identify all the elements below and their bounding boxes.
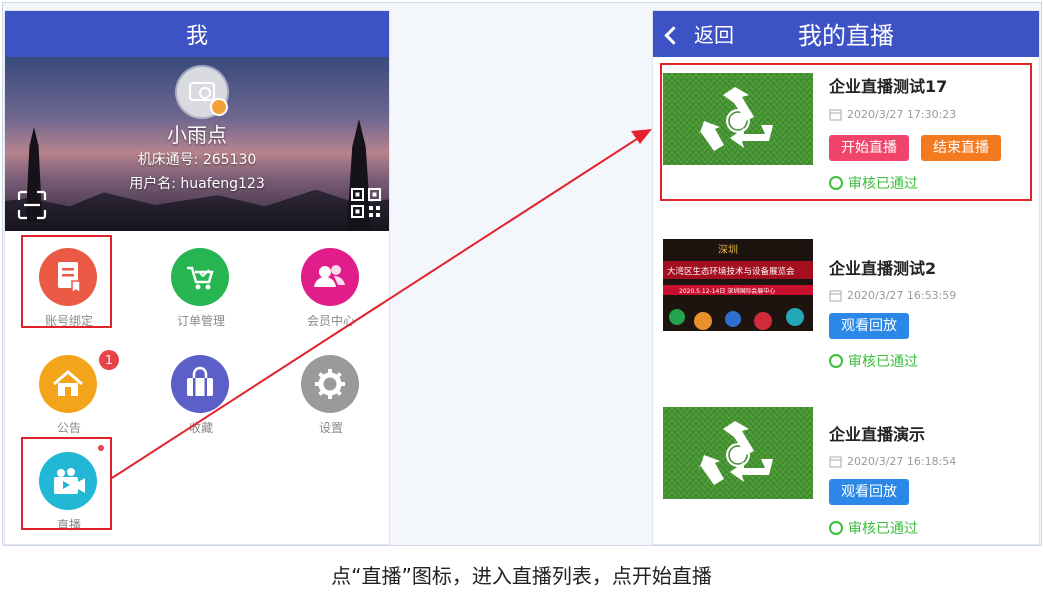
highlight-first-live xyxy=(660,63,1032,201)
expo-date: 2020.5.12-14日 深圳国际会展中心 xyxy=(679,287,775,295)
recycle-thumb xyxy=(663,407,813,499)
expo-brand: 深圳 xyxy=(718,244,738,256)
calendar-icon xyxy=(829,456,842,468)
page-title: 我的直播 xyxy=(798,22,894,50)
back-label: 返回 xyxy=(694,23,734,47)
live-time: 2020/3/27 16:18:54 xyxy=(847,455,957,468)
caption-text: 点“直播”图标，进入直播列表，点开始直播 xyxy=(331,564,712,588)
back-button[interactable]: 返回 xyxy=(664,19,734,48)
chevron-left-icon xyxy=(664,26,683,45)
replay-button[interactable]: 观看回放 xyxy=(829,479,909,505)
status-text: 审核已通过 xyxy=(848,521,918,537)
live-header: 返回 我的直播 xyxy=(653,11,1039,57)
live-time: 2020/3/27 16:53:59 xyxy=(847,289,957,302)
replay-button[interactable]: 观看回放 xyxy=(829,313,909,339)
my-live-screen: 返回 我的直播 企业直播测试17 2020/3/27 17:30:23 开始直播… xyxy=(652,10,1040,545)
check-circle-icon xyxy=(829,354,843,368)
check-circle-icon xyxy=(829,521,843,535)
live-list-item-3[interactable]: 企业直播演示 2020/3/27 16:18:54 观看回放 审核已通过 xyxy=(653,393,1039,544)
status-text: 审核已通过 xyxy=(848,354,918,370)
expo-banner: 大湾区生态环境技术与设备展览会 xyxy=(667,266,795,277)
live-title: 企业直播演示 xyxy=(829,425,926,444)
approved-status: 审核已通过 xyxy=(829,518,918,538)
expo-thumb: 深圳 大湾区生态环境技术与设备展览会 2020.5.12-14日 深圳国际会展中… xyxy=(663,239,813,331)
calendar-icon xyxy=(829,290,842,302)
approved-status: 审核已通过 xyxy=(829,351,918,371)
live-list-item-2[interactable]: 深圳 大湾区生态环境技术与设备展览会 2020.5.12-14日 深圳国际会展中… xyxy=(653,225,1039,394)
live-title: 企业直播测试2 xyxy=(829,259,937,278)
